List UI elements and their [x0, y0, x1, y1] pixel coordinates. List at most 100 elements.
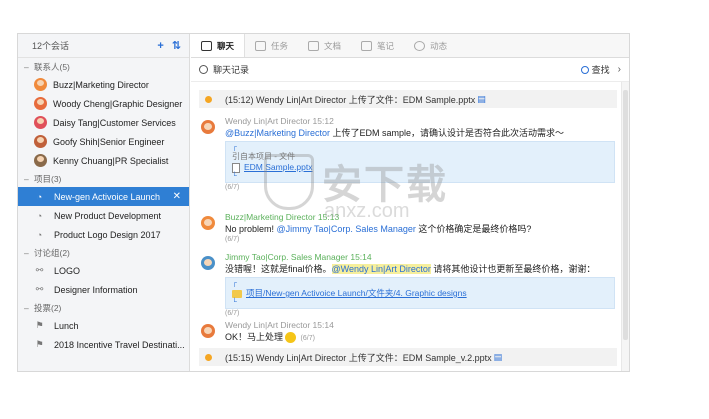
- tab-chat[interactable]: 聊天: [191, 34, 246, 57]
- project-icon: ◔: [36, 210, 43, 221]
- notice-icon: [205, 95, 212, 103]
- project-item[interactable]: ◔ Product Logo Design 2017: [18, 225, 189, 244]
- scrollbar-thumb[interactable]: [623, 90, 628, 340]
- message-text: No problem! @Jimmy Tao|Corp. Sales Manag…: [225, 223, 617, 235]
- collapse-icon: –: [24, 302, 29, 313]
- avatar: [201, 120, 215, 134]
- clock-icon: [199, 65, 208, 74]
- main-panel: 聊天 任务 文档 笔记 动态 聊天记录 查找 › (15:12) Wendy L…: [191, 34, 629, 371]
- folder-link[interactable]: 项目/New-gen Activoice Launch/文件夹/4. Graph…: [246, 288, 467, 298]
- tab-label: 任务: [271, 40, 289, 51]
- folder-icon: [232, 289, 242, 298]
- read-count: (6/7): [225, 310, 240, 317]
- message-meta: Buzz|Marketing Director 15:13: [225, 212, 340, 222]
- discussion-icon: ⚯: [35, 265, 44, 275]
- chat-message: Wendy Lin|Art Director 15:14 OK！马上处理 (6/…: [199, 320, 617, 344]
- tab-label: 动态: [430, 40, 448, 51]
- conversation-count: 12个会话: [32, 41, 70, 51]
- chat-icon: [201, 40, 212, 51]
- sort-icon[interactable]: ⇅: [172, 39, 181, 52]
- poll-icon: ⚑: [35, 339, 44, 349]
- plus-icon[interactable]: +: [157, 40, 163, 52]
- collapse-icon: –: [24, 61, 29, 72]
- tab-docs[interactable]: 文档: [298, 34, 351, 57]
- avatar: [34, 78, 47, 91]
- tab-tasks[interactable]: 任务: [245, 34, 298, 57]
- system-message-text: (15:12) Wendy Lin|Art Director 上传了文件：EDM…: [225, 94, 476, 105]
- file-icon[interactable]: ▤: [494, 352, 503, 363]
- contact-label: Woody Cheng|Graphic Designer: [53, 98, 183, 109]
- discussion-item[interactable]: ⚯ Designer Information: [18, 280, 189, 299]
- search-icon[interactable]: [580, 65, 589, 74]
- chat-history-bar: 聊天记录 查找 ›: [191, 58, 629, 82]
- group-label: 投票(2): [34, 302, 62, 313]
- message-meta: Wendy Lin|Art Director 15:12: [225, 116, 334, 126]
- quote-bracket: └: [232, 299, 237, 306]
- contact-label: Goofy Shih|Senior Engineer: [53, 136, 165, 147]
- project-label: New Product Development: [54, 210, 162, 221]
- smile-emoji-icon: [285, 332, 297, 344]
- search-label[interactable]: 查找: [592, 63, 610, 76]
- message-body: No problem!: [225, 224, 277, 234]
- info-icon: [414, 40, 426, 51]
- avatar: [201, 256, 215, 270]
- scrollbar[interactable]: [621, 82, 629, 371]
- poll-item[interactable]: ⚑ 2018 Incentive Travel Destinati...: [18, 335, 189, 354]
- message-body: 这个价格确定是最终价格吗?: [415, 224, 532, 234]
- project-item[interactable]: ◔ New Product Development: [18, 206, 189, 225]
- mention[interactable]: @Buzz|Marketing Director: [225, 128, 330, 138]
- file-link[interactable]: EDM Sample.pptx: [244, 162, 313, 172]
- discussion-label: LOGO: [54, 265, 81, 276]
- conversation-sidebar: 12个会话 + ⇅ – 联系人(5) Buzz|Marketing Direct…: [18, 34, 190, 371]
- quote-bracket: └: [232, 172, 237, 180]
- group-polls[interactable]: – 投票(2): [18, 299, 189, 316]
- quoted-file: ┌ 引自本项目 - 文件 EDM Sample.pptx └: [225, 141, 615, 183]
- document-icon: [232, 162, 240, 173]
- read-count: (6/7): [225, 183, 240, 191]
- message-meta: Jimmy Tao|Corp. Sales Manager 15:14: [225, 252, 372, 262]
- contact-item[interactable]: Buzz|Marketing Director: [18, 75, 189, 94]
- avatar: [34, 154, 47, 167]
- contact-item[interactable]: Kenny Chuang|PR Specialist: [18, 151, 189, 170]
- poll-icon: ⚑: [35, 320, 44, 330]
- message-body: OK！马上处理: [225, 332, 284, 342]
- close-icon[interactable]: ✕: [173, 191, 181, 202]
- chat-history-title[interactable]: 聊天记录: [213, 63, 581, 76]
- collapse-icon: –: [24, 247, 29, 258]
- avatar: [34, 135, 47, 148]
- file-icon[interactable]: ▤: [477, 94, 486, 105]
- system-message: (15:12) Wendy Lin|Art Director 上传了文件：EDM…: [199, 90, 617, 108]
- avatar: [34, 97, 47, 110]
- avatar: [34, 116, 47, 129]
- contact-item[interactable]: Goofy Shih|Senior Engineer: [18, 132, 189, 151]
- contact-label: Daisy Tang|Customer Services: [53, 117, 176, 128]
- discussion-item[interactable]: ⚯ LOGO: [18, 261, 189, 280]
- mention[interactable]: @Jimmy Tao|Corp. Sales Manager: [277, 224, 416, 234]
- group-discussions[interactable]: – 讨论组(2): [18, 244, 189, 261]
- chevron-right-icon[interactable]: ›: [618, 64, 621, 75]
- message-meta: Wendy Lin|Art Director 15:14: [225, 320, 334, 330]
- project-item-active[interactable]: ◔ New-gen Activoice Launch ✕: [18, 187, 189, 206]
- message-body: 上传了EDM sample，请确认设计是否符合此次活动需求～: [330, 128, 565, 138]
- mention[interactable]: @Wendy Lin|Art Director: [331, 264, 431, 274]
- project-icon: ◔: [36, 229, 43, 240]
- contact-label: Kenny Chuang|PR Specialist: [53, 155, 169, 166]
- chat-area: (15:12) Wendy Lin|Art Director 上传了文件：EDM…: [191, 82, 629, 371]
- poll-item[interactable]: ⚑ Lunch: [18, 316, 189, 335]
- group-label: 联系人(5): [34, 61, 70, 72]
- group-label: 项目(3): [34, 173, 62, 184]
- system-message: (15:15) Wendy Lin|Art Director 上传了文件：EDM…: [199, 348, 617, 366]
- message-text: 没错喔！这就是final价格。@Wendy Lin|Art Director 请…: [225, 263, 617, 275]
- contact-item[interactable]: Daisy Tang|Customer Services: [18, 113, 189, 132]
- tab-notes[interactable]: 笔记: [351, 34, 404, 57]
- poll-label: 2018 Incentive Travel Destinati...: [54, 339, 185, 350]
- group-contacts[interactable]: – 联系人(5): [18, 58, 189, 75]
- sidebar-header: 12个会话 + ⇅: [18, 34, 189, 58]
- tab-label: 笔记: [377, 40, 395, 51]
- contact-item[interactable]: Woody Cheng|Graphic Designer: [18, 94, 189, 113]
- group-projects[interactable]: – 项目(3): [18, 170, 189, 187]
- project-label: Product Logo Design 2017: [54, 229, 161, 240]
- quote-bracket: ┌: [232, 144, 237, 151]
- tab-activity[interactable]: 动态: [404, 34, 457, 57]
- discussion-label: Designer Information: [54, 284, 138, 295]
